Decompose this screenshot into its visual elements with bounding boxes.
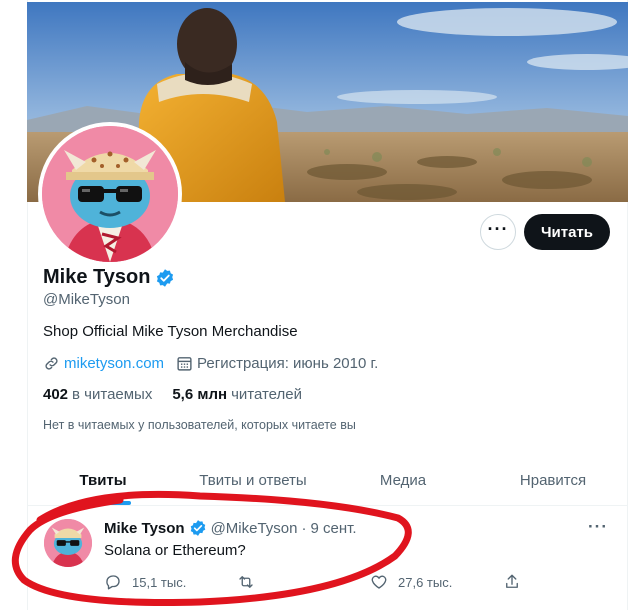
- website-link[interactable]: miketyson.com: [64, 355, 164, 372]
- retweet-icon: [239, 576, 253, 588]
- tweet-more-button[interactable]: ···: [588, 517, 608, 537]
- following-label: в читаемых: [72, 386, 153, 403]
- tweet-actions: 15,1 тыс. 27,6 тыс.: [104, 573, 544, 591]
- more-options-button[interactable]: ···: [480, 214, 516, 250]
- tab-media[interactable]: Медиа: [328, 456, 478, 505]
- retweet-button[interactable]: [237, 573, 370, 591]
- tab-tweets-and-replies[interactable]: Твиты и ответы: [178, 456, 328, 505]
- tweet-header: Mike Tyson @MikeTyson · 9 сент.: [104, 519, 357, 537]
- tweet[interactable]: Mike Tyson @MikeTyson · 9 сент. ··· Sola…: [28, 507, 628, 610]
- reply-icon: [106, 575, 120, 590]
- tweet-avatar-illustration: [44, 519, 92, 567]
- followed-by-note: Нет в читаемых у пользователей, которых …: [43, 418, 356, 432]
- following-stat[interactable]: 402 в читаемых: [43, 386, 152, 403]
- calendar-icon: [177, 357, 192, 371]
- tweet-separator: ·: [301, 519, 307, 537]
- avatar-cat-illustration: [42, 126, 178, 262]
- share-button[interactable]: [503, 573, 521, 591]
- like-count: 27,6 тыс.: [398, 574, 453, 590]
- tab-likes[interactable]: Нравится: [478, 456, 628, 505]
- tweet-text: Solana or Ethereum?: [104, 542, 246, 559]
- followers-stat[interactable]: 5,6 млн читателей: [172, 386, 302, 403]
- followers-label: читателей: [231, 386, 302, 403]
- share-icon: [506, 574, 518, 588]
- profile-stats: 402 в читаемых 5,6 млн читателей: [43, 386, 302, 403]
- reply-count: 15,1 тыс.: [132, 574, 187, 590]
- verified-badge-icon: [190, 520, 205, 536]
- link-icon: [45, 357, 58, 370]
- following-count: 402: [43, 386, 69, 403]
- verified-badge-icon[interactable]: [155, 268, 175, 288]
- like-button[interactable]: 27,6 тыс.: [370, 573, 503, 591]
- tweet-avatar[interactable]: [44, 519, 92, 567]
- profile-avatar[interactable]: [38, 122, 182, 266]
- profile-tabs: Твиты Твиты и ответы Медиа Нравится: [28, 456, 628, 506]
- profile-bio: Shop Official Mike Tyson Merchandise: [43, 323, 298, 340]
- reply-button[interactable]: 15,1 тыс.: [104, 573, 237, 591]
- tweet-author-name[interactable]: Mike Tyson: [104, 520, 185, 537]
- tweet-date[interactable]: 9 сент.: [311, 520, 357, 537]
- profile-name-row: Mike Tyson: [43, 266, 175, 289]
- tweet-author-handle[interactable]: @MikeTyson: [211, 520, 298, 537]
- more-options-label: ···: [487, 219, 509, 239]
- heart-icon: [371, 575, 387, 589]
- profile-name: Mike Tyson: [43, 266, 151, 288]
- follow-button[interactable]: Читать: [524, 214, 610, 250]
- joined-date: Регистрация: июнь 2010 г.: [197, 355, 379, 372]
- profile-handle: @MikeTyson: [43, 291, 130, 308]
- followers-count: 5,6 млн: [172, 386, 228, 403]
- tab-tweets[interactable]: Твиты: [28, 456, 178, 505]
- profile-meta: miketyson.com Регистрация: июнь 2010 г.: [43, 355, 378, 372]
